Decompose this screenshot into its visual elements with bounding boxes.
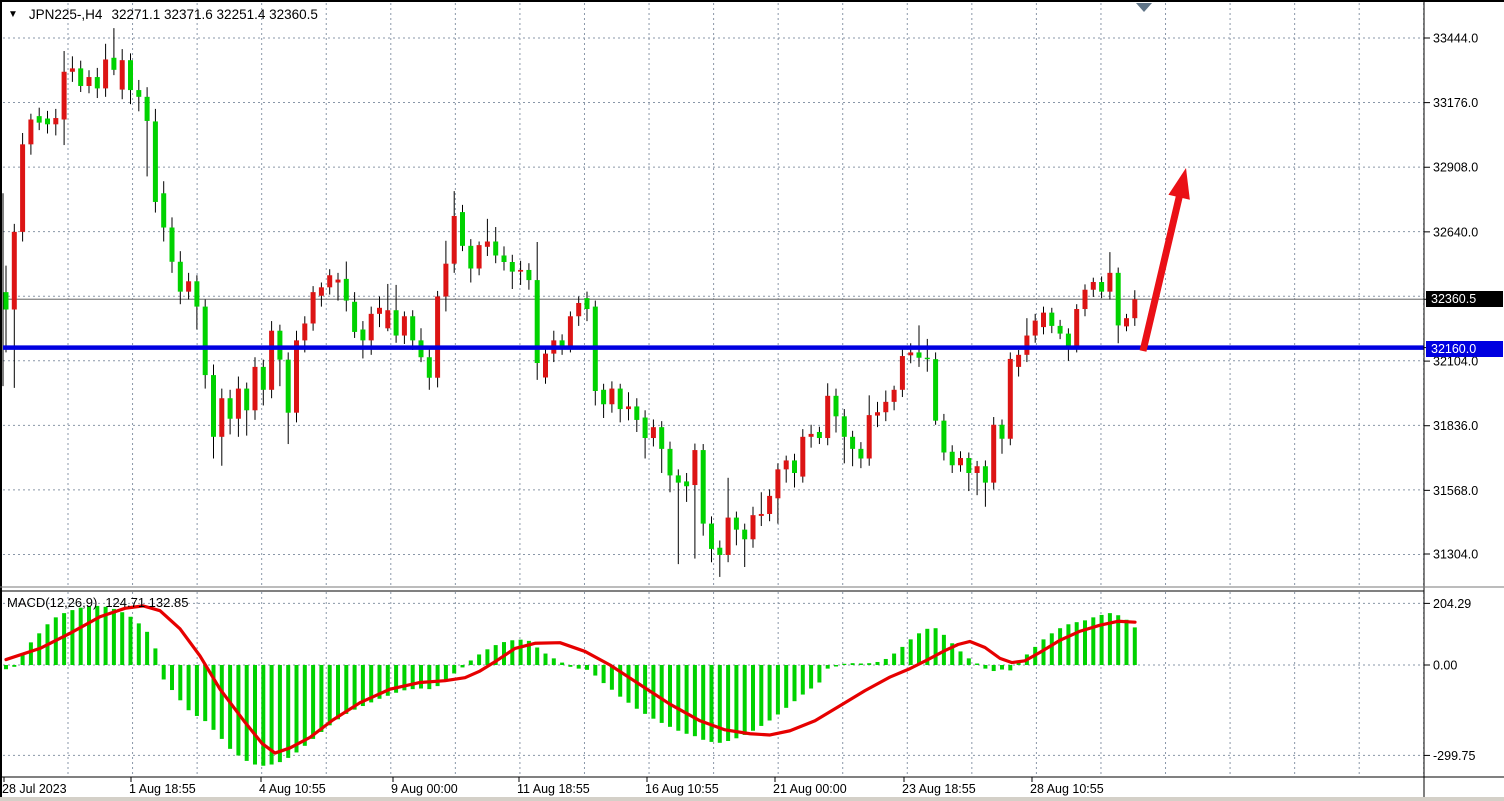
candle — [269, 321, 274, 398]
candle — [593, 301, 598, 406]
time-tick-label: 1 Aug 18:55 — [129, 782, 196, 796]
time-tick-label: 23 Aug 18:55 — [902, 782, 976, 796]
candle — [701, 444, 706, 536]
candle — [991, 417, 996, 489]
macd-indicator-label: MACD(12,26,9) 124.71 132.85 — [7, 595, 188, 610]
last-price-badge: 32360.5 — [1426, 291, 1503, 307]
macd-values: 124.71 132.85 — [105, 595, 188, 610]
time-tick-label: 21 Aug 00:00 — [773, 782, 847, 796]
time-tick-label: 4 Aug 10:55 — [259, 782, 326, 796]
candle — [435, 291, 440, 387]
candle — [800, 429, 805, 483]
support-level-badge: 32160.0 — [1426, 341, 1503, 357]
time-tick-label: 11 Aug 18:55 — [517, 782, 590, 796]
time-tick-label: 9 Aug 00:00 — [391, 782, 458, 796]
price-tick-label: 33176.0 — [1433, 96, 1478, 110]
chart-canvas[interactable]: 33444.033176.032908.032640.032104.031836… — [0, 0, 1504, 801]
symbol-dropdown-icon[interactable]: ▼ — [8, 9, 18, 20]
chart-title: ▼ JPN225-,H4 32271.1 32371.6 32251.4 32360… — [8, 7, 318, 22]
price-tick-label: 31304.0 — [1433, 547, 1478, 561]
candle — [20, 133, 25, 242]
chart-window: 33444.033176.032908.032640.032104.031836… — [0, 0, 1504, 801]
candle — [1074, 304, 1079, 352]
candle — [153, 109, 158, 213]
macd-tick-label: 204.29 — [1433, 597, 1471, 611]
macd-tick-label: 0.00 — [1433, 659, 1457, 673]
time-tick-label: 16 Aug 10:55 — [645, 782, 719, 796]
candle — [294, 331, 299, 423]
price-tick-label: 31568.0 — [1433, 484, 1478, 498]
price-tick-label: 31836.0 — [1433, 419, 1478, 433]
time-tick-label: 28 Jul 2023 — [2, 782, 67, 796]
macd-tick-label: -299.75 — [1433, 749, 1475, 763]
price-tick-label: 33444.0 — [1433, 32, 1478, 46]
time-tick-label: 28 Aug 10:55 — [1030, 782, 1104, 796]
price-tick-label: 32640.0 — [1433, 225, 1478, 239]
candle — [933, 352, 938, 424]
ohlc-readout: 32271.1 32371.6 32251.4 32360.5 — [111, 7, 317, 22]
candle — [1008, 352, 1013, 445]
symbol-period-label: JPN225-,H4 — [29, 7, 103, 22]
price-tick-label: 32908.0 — [1433, 161, 1478, 175]
macd-label: MACD(12,26,9) — [7, 595, 97, 610]
